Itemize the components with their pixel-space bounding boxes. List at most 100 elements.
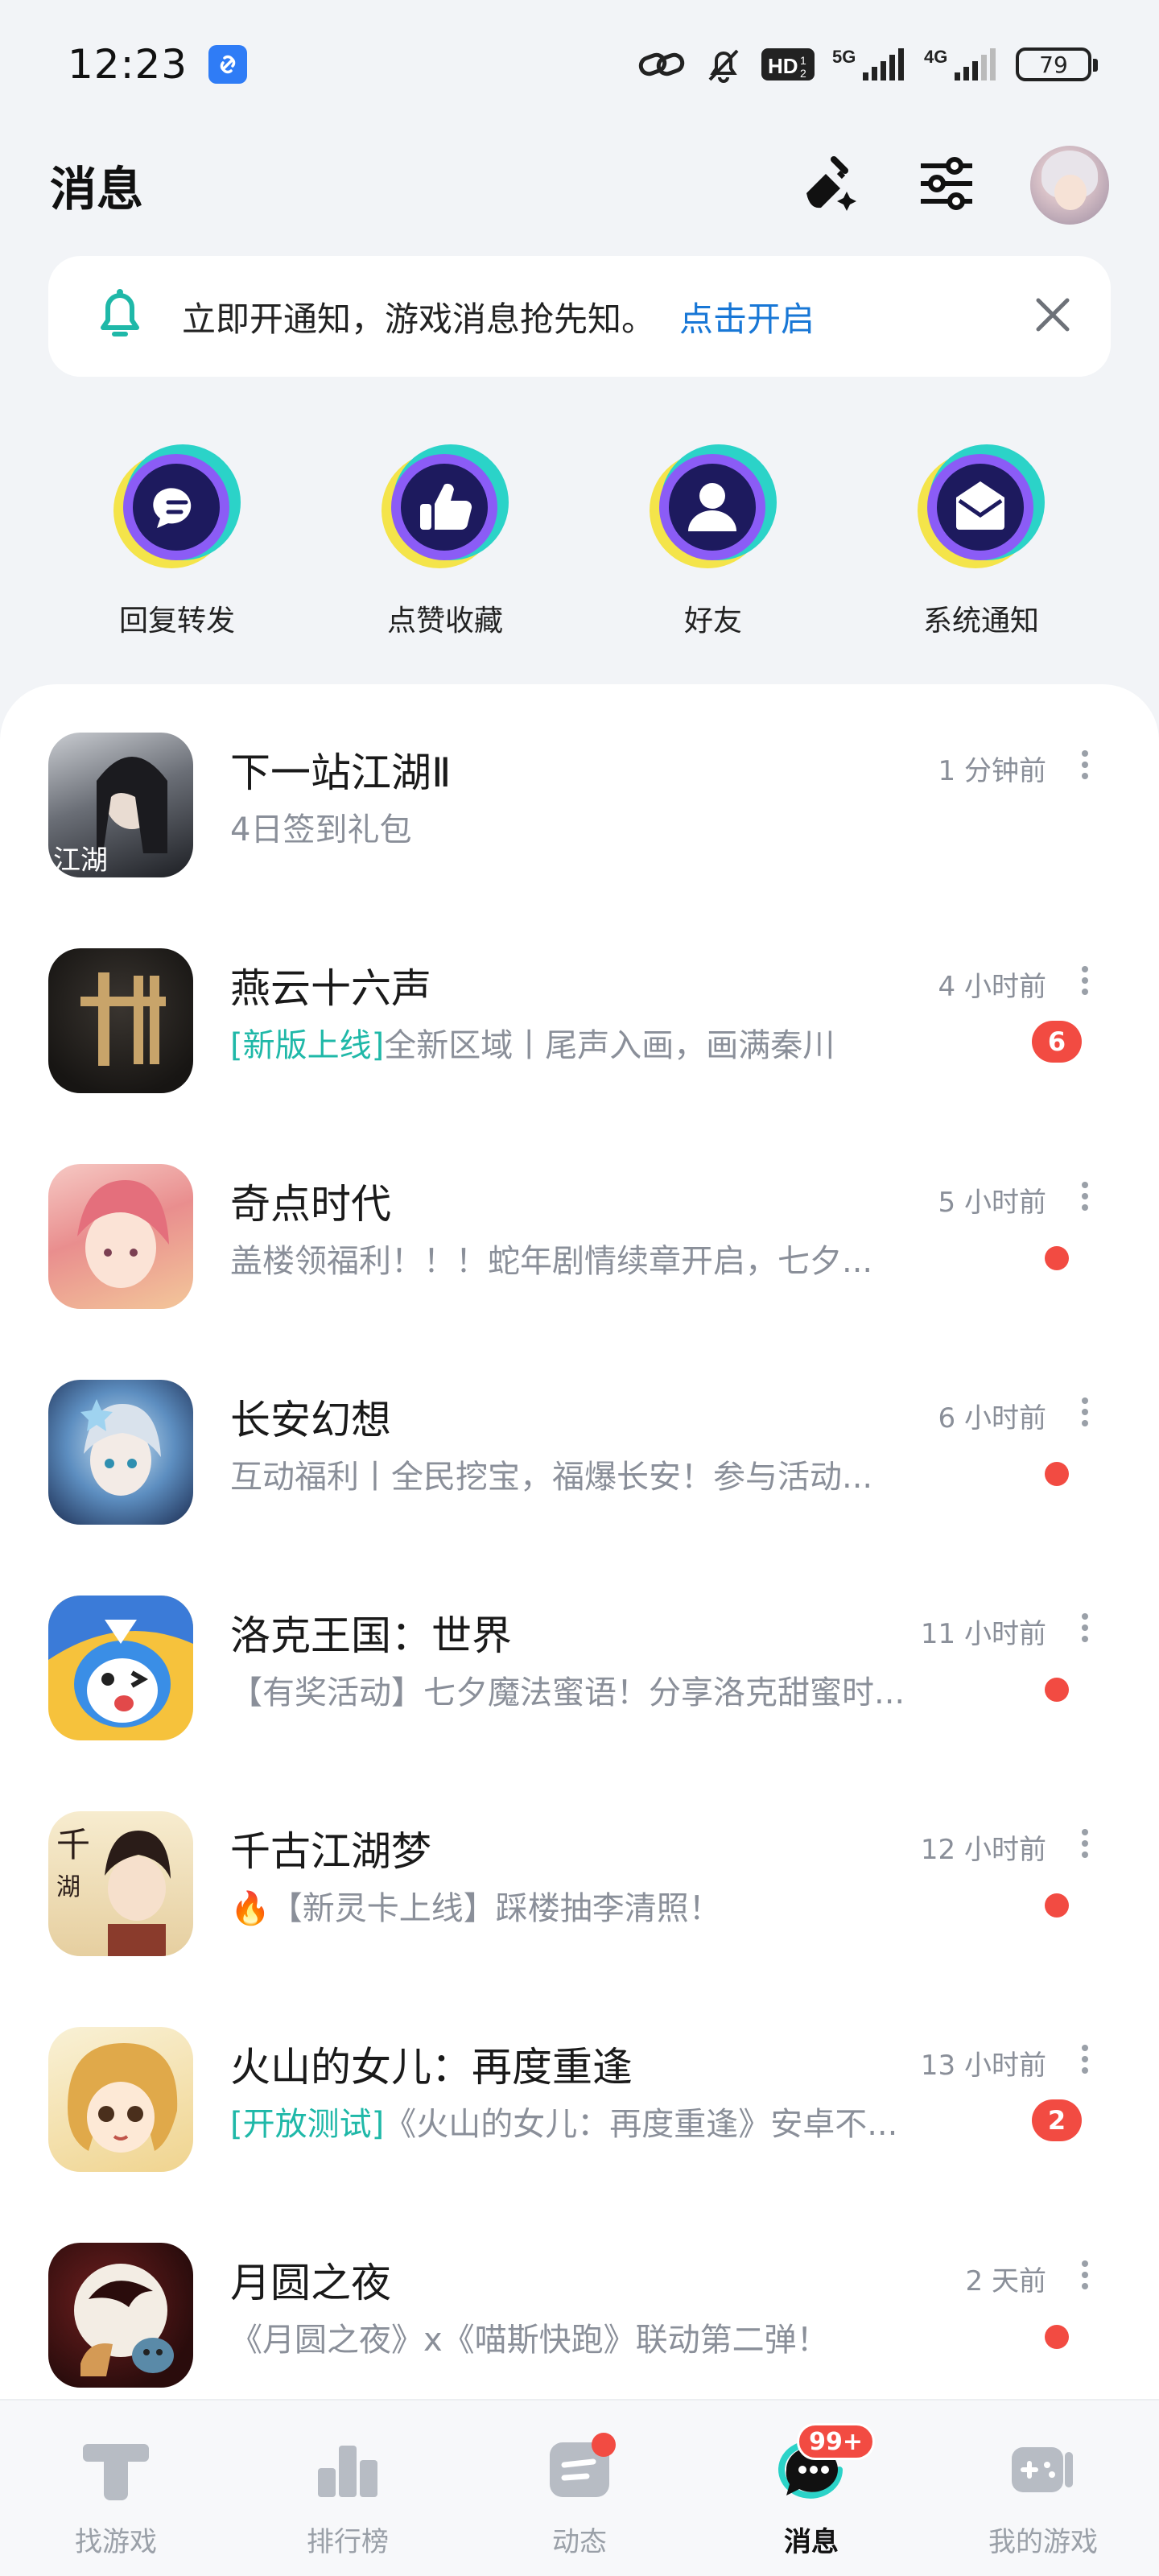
svg-text:江湖: 江湖 — [53, 844, 108, 877]
hd-icon: HD 1 2 — [761, 47, 815, 82]
link-icon — [637, 48, 686, 80]
unread-dot — [1045, 2325, 1069, 2349]
quick-entry-label: 好友 — [683, 605, 742, 638]
signal-4g-icon: 4G — [924, 45, 998, 84]
message-title: 火山的女儿：再度重逢 — [230, 2044, 633, 2091]
message-title: 奇点时代 — [230, 1181, 391, 1228]
message-preview: 4日签到礼包 — [230, 811, 412, 848]
unread-count-badge: 2 — [1032, 2099, 1082, 2141]
nav-tab-messages[interactable]: 99+ 消息 — [695, 2401, 927, 2576]
svg-text:湖: 湖 — [56, 1873, 80, 1901]
svg-text:5G: 5G — [832, 47, 856, 67]
battery-icon: 79 — [1016, 47, 1098, 81]
message-time: 13 小时前 — [920, 2050, 1046, 2082]
game-icon — [48, 948, 193, 1093]
battery-level: 79 — [1039, 51, 1068, 78]
notification-banner: 立即开通知，游戏消息抢先知。 点击开启 — [48, 256, 1111, 377]
quick-entry-label: 点赞收藏 — [386, 605, 503, 638]
nav-tab-ranking[interactable]: 排行榜 — [232, 2401, 464, 2576]
message-preview: 🔥【新灵卡上线】踩楼抽李清照！ — [230, 1890, 721, 1927]
ranking-icon — [311, 2433, 384, 2505]
list-item[interactable]: 江湖 下一站江湖Ⅱ 1 分钟前 4日签到礼包 — [0, 684, 1159, 900]
nav-label: 找游戏 — [75, 2526, 157, 2558]
message-title: 洛克王国：世界 — [230, 1612, 512, 1659]
game-icon — [48, 1596, 193, 1740]
header-actions — [798, 146, 1109, 225]
game-icon: 江湖 — [48, 733, 193, 877]
message-time: 1 分钟前 — [938, 755, 1046, 787]
more-options-icon[interactable] — [1082, 2045, 1090, 2074]
enable-notification-link[interactable]: 点击开启 — [679, 292, 815, 341]
new-activity-dot — [592, 2433, 616, 2457]
more-options-icon[interactable] — [1082, 2260, 1090, 2289]
game-icon — [48, 2027, 193, 2172]
nav-tab-find-game[interactable]: 找游戏 — [0, 2401, 232, 2576]
page-title: 消息 — [50, 162, 144, 217]
message-time: 6 小时前 — [938, 1402, 1046, 1435]
mute-bell-icon — [703, 44, 744, 85]
unread-dot — [1045, 1893, 1069, 1918]
unread-total-badge: 99+ — [797, 2423, 875, 2460]
game-icon: 千湖 — [48, 1811, 193, 1956]
thumbs-up-icon — [378, 441, 512, 575]
nav-label: 我的游戏 — [988, 2526, 1098, 2558]
user-avatar[interactable] — [1030, 146, 1109, 225]
my-games-icon — [1007, 2433, 1079, 2505]
game-icon — [48, 1164, 193, 1309]
quick-entries: 回复转发 点赞收藏 好友 系统通知 — [0, 441, 1159, 642]
nav-tab-my-games[interactable]: 我的游戏 — [927, 2401, 1159, 2576]
bell-icon — [92, 283, 148, 350]
message-time: 12 小时前 — [920, 1834, 1046, 1866]
status-time: 12:23 — [68, 41, 188, 88]
status-indicators: HD 1 2 5G 4G 79 — [637, 44, 1098, 85]
list-item[interactable]: 燕云十六声 4 小时前 [新版上线]全新区域丨尾声入画，画满秦川 6 — [0, 900, 1159, 1116]
list-item[interactable]: 洛克王国：世界 11 小时前 【有奖活动】七夕魔法蜜语！分享洛克甜蜜时... — [0, 1547, 1159, 1763]
game-icon — [48, 1380, 193, 1525]
message-icon: 99+ — [775, 2423, 875, 2505]
more-options-icon[interactable] — [1082, 1182, 1090, 1211]
message-title: 下一站江湖Ⅱ — [230, 749, 452, 796]
svg-text:千: 千 — [56, 1825, 90, 1864]
message-preview: 盖楼领福利！！！蛇年剧情续章开启，七夕... — [230, 1243, 873, 1280]
list-item[interactable]: 千湖 千古江湖梦 12 小时前 🔥【新灵卡上线】踩楼抽李清照！ — [0, 1763, 1159, 1979]
svg-text:2: 2 — [800, 67, 806, 80]
nav-label: 排行榜 — [307, 2526, 389, 2558]
message-title: 长安幻想 — [230, 1397, 391, 1443]
message-list: 江湖 下一站江湖Ⅱ 1 分钟前 4日签到礼包 燕云十六声 4 小时前 [新版上线… — [0, 684, 1159, 2399]
more-options-icon[interactable] — [1082, 966, 1090, 995]
unread-dot — [1045, 1678, 1069, 1702]
message-title: 月圆之夜 — [230, 2260, 391, 2306]
more-options-icon[interactable] — [1082, 1829, 1090, 1858]
filter-settings-icon[interactable] — [916, 153, 977, 217]
close-icon[interactable] — [1033, 295, 1072, 337]
nav-label: 动态 — [552, 2526, 607, 2558]
chat-bubble-icon — [110, 441, 244, 575]
svg-text:4G: 4G — [924, 47, 947, 67]
quick-entry-system[interactable]: 系统通知 — [885, 441, 1078, 639]
quick-entry-replies[interactable]: 回复转发 — [80, 441, 274, 639]
quick-entry-friends[interactable]: 好友 — [617, 441, 810, 639]
more-options-icon[interactable] — [1082, 1613, 1090, 1642]
message-time: 2 天前 — [965, 2265, 1046, 2297]
unread-dot — [1045, 1246, 1069, 1270]
message-preview: [开放测试]《火山的女儿：再度重逢》安卓不... — [230, 2106, 898, 2143]
message-title: 千古江湖梦 — [230, 1828, 431, 1875]
nav-tab-feed[interactable]: 动态 — [464, 2401, 695, 2576]
list-item[interactable]: 火山的女儿：再度重逢 13 小时前 [开放测试]《火山的女儿：再度重逢》安卓不.… — [0, 1979, 1159, 2194]
feed-icon — [543, 2433, 616, 2505]
list-item[interactable]: 月圆之夜 2 天前 《月圆之夜》x《喵斯快跑》联动第二弹！ — [0, 2194, 1159, 2410]
link-app-icon — [208, 45, 248, 84]
svg-text:1: 1 — [800, 54, 806, 67]
message-preview: [新版上线]全新区域丨尾声入画，画满秦川 — [230, 1027, 835, 1064]
svg-text:HD: HD — [768, 54, 798, 78]
quick-entry-likes[interactable]: 点赞收藏 — [349, 441, 542, 639]
header: 消息 — [0, 137, 1159, 233]
list-item[interactable]: 长安幻想 6 小时前 互动福利丨全民挖宝，福爆长安！参与活动... — [0, 1331, 1159, 1547]
message-title: 燕云十六声 — [230, 965, 431, 1012]
clear-broom-icon[interactable] — [798, 151, 863, 219]
list-item[interactable]: 奇点时代 5 小时前 盖楼领福利！！！蛇年剧情续章开启，七夕... — [0, 1116, 1159, 1331]
more-options-icon[interactable] — [1082, 750, 1090, 779]
message-preview: 互动福利丨全民挖宝，福爆长安！参与活动... — [230, 1459, 873, 1496]
quick-entry-label: 系统通知 — [922, 605, 1039, 638]
more-options-icon[interactable] — [1082, 1397, 1090, 1426]
